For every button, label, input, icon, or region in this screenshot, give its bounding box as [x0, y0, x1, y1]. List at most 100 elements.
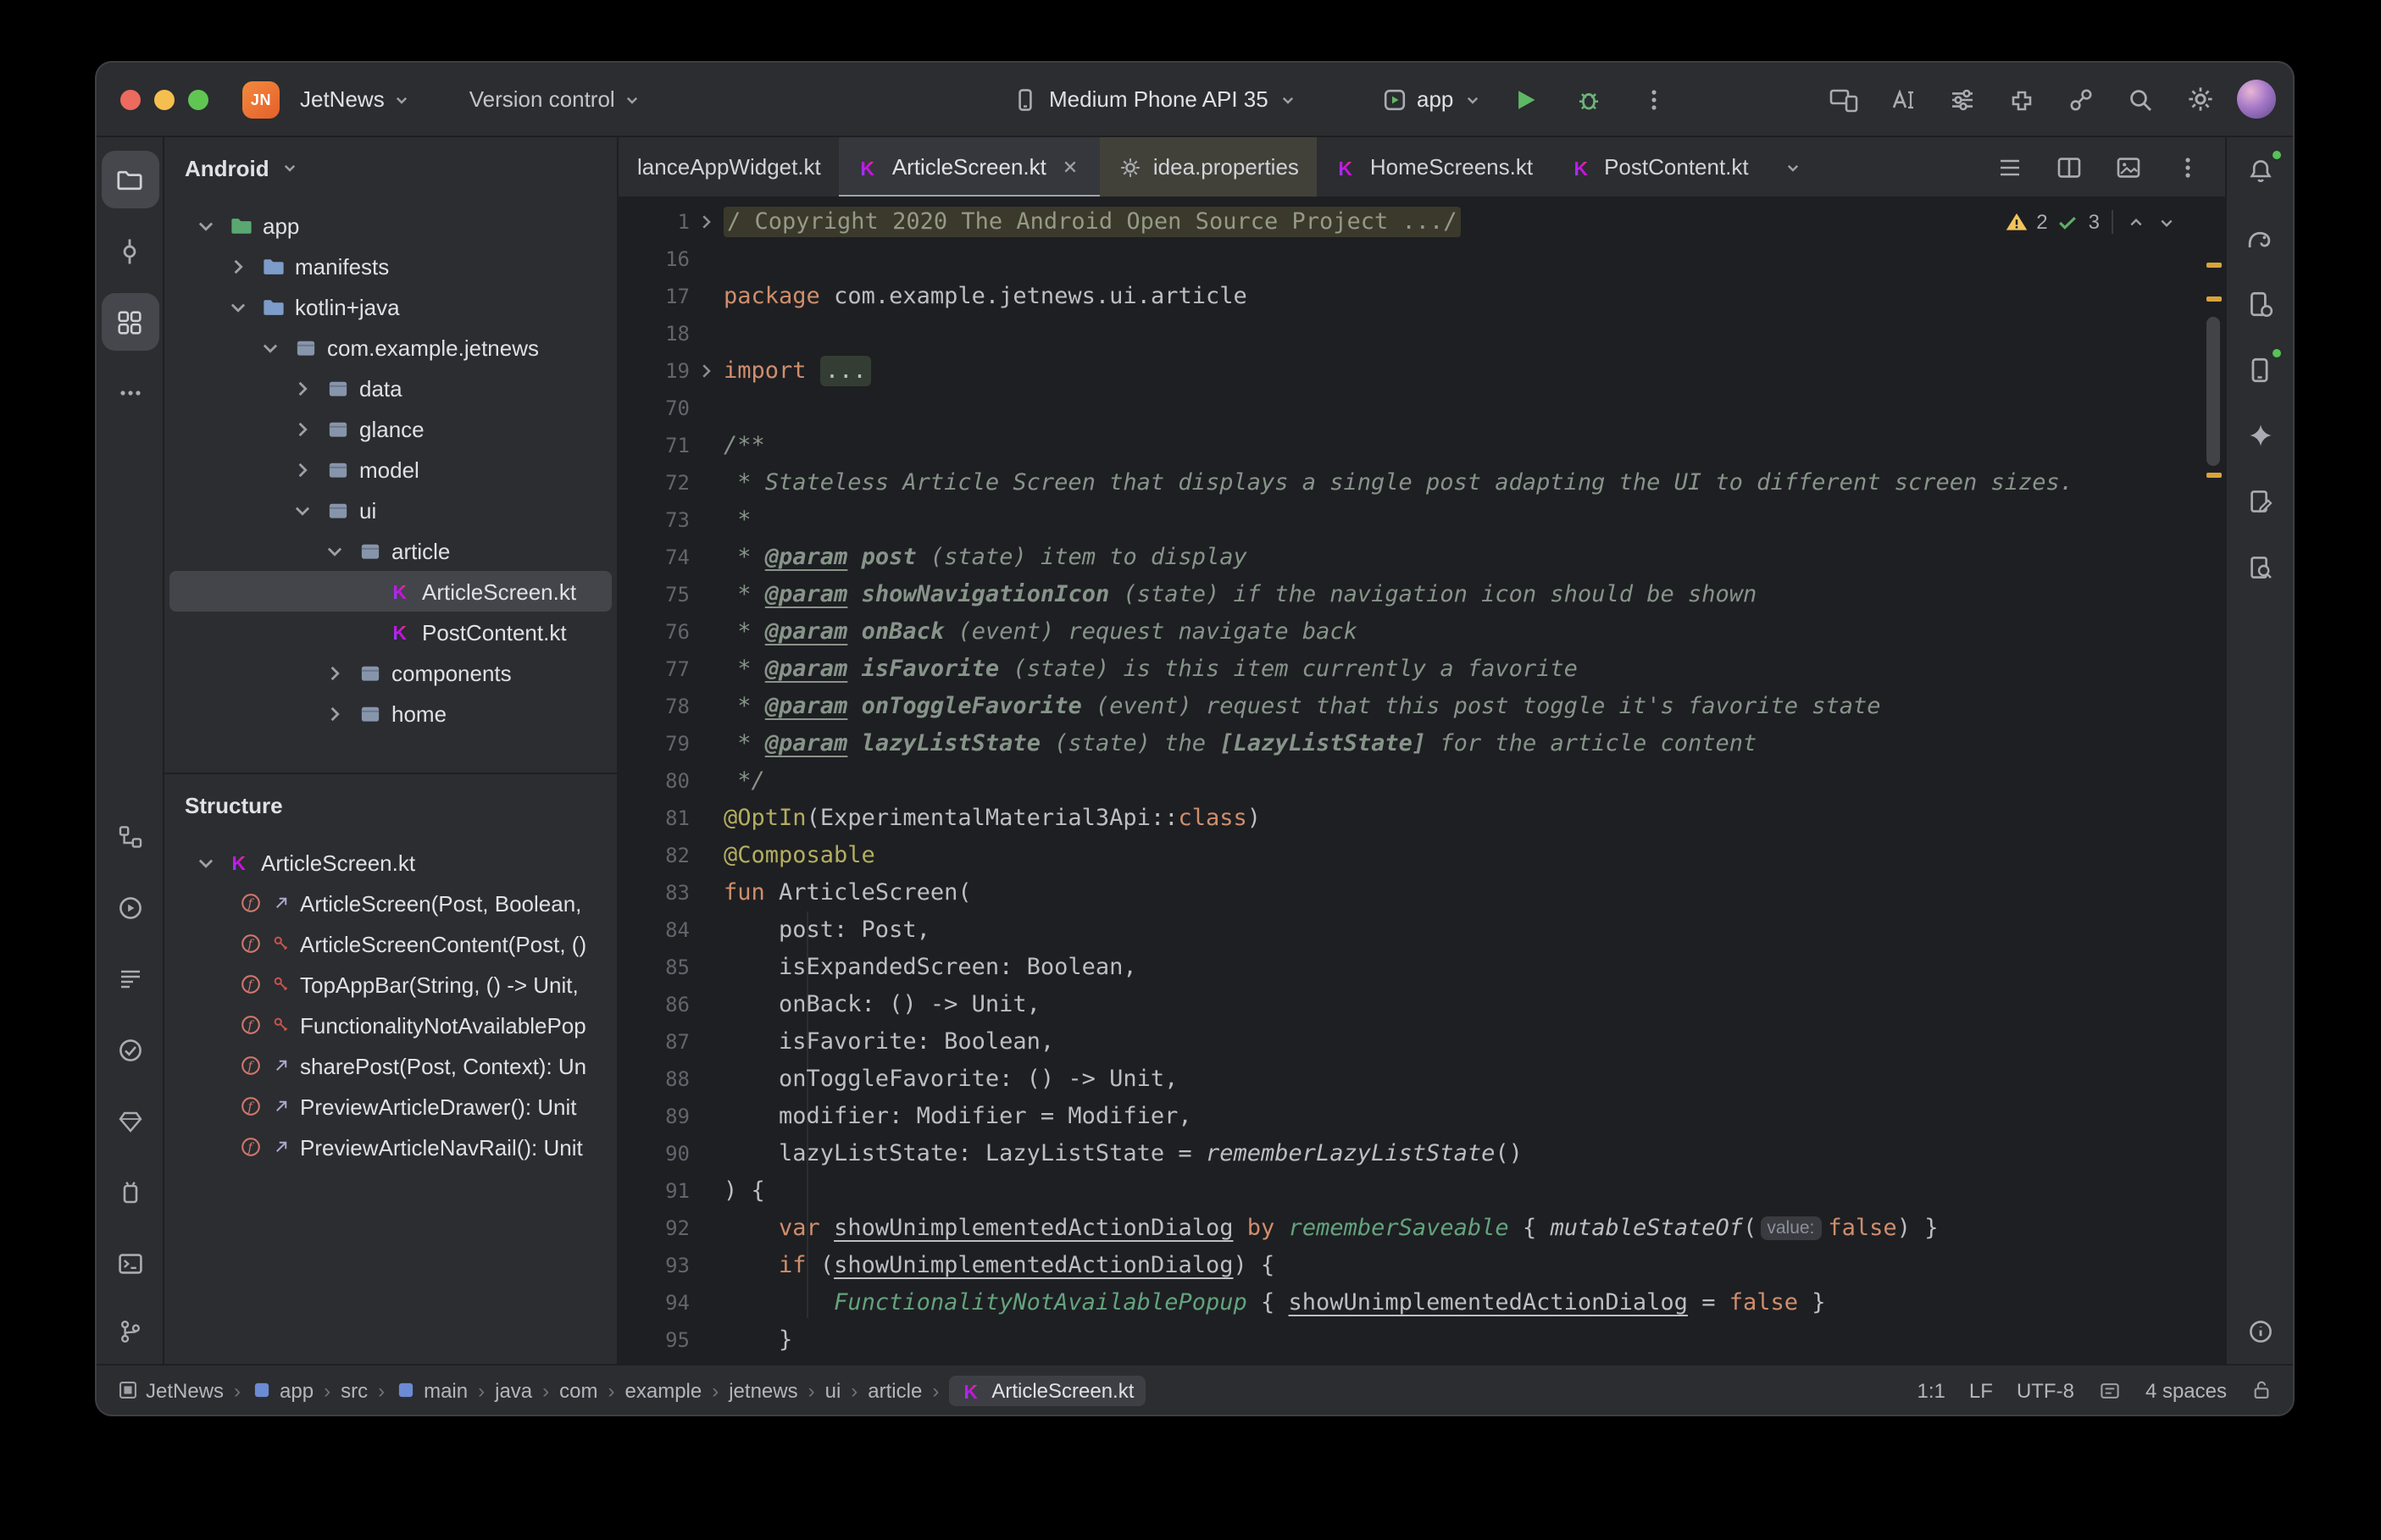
editor-tab-ArticleScreen.kt[interactable]: K ArticleScreen.kt: [839, 137, 1102, 197]
editor-preview-button[interactable]: [2106, 145, 2151, 189]
running-devices-tool-button[interactable]: [2231, 341, 2289, 398]
editor-tab-idea.properties[interactable]: idea.properties: [1100, 137, 1318, 197]
version-control-tool-button[interactable]: [101, 1306, 158, 1364]
project-tree-item-ArticleScreen.kt[interactable]: K ArticleScreen.kt: [169, 571, 612, 612]
chevron-right-icon[interactable]: [320, 699, 349, 728]
close-window-button[interactable]: [120, 89, 141, 109]
build-variants-button[interactable]: [1940, 77, 1984, 121]
code-area[interactable]: 1 / Copyright 2020 The Android Open Sourc…: [619, 198, 2225, 1364]
previous-problem-icon[interactable]: [2125, 211, 2147, 233]
structure-item[interactable]: f TopAppBar(String, () -> Unit,: [164, 964, 617, 1005]
minimize-window-button[interactable]: [154, 89, 175, 109]
chevron-down-icon[interactable]: [191, 848, 220, 877]
notifications-tool-button[interactable]: [2231, 142, 2289, 200]
run-button[interactable]: [1502, 77, 1546, 121]
structure-item[interactable]: f PreviewArticleNavRail(): Unit: [164, 1127, 617, 1167]
profiler-button[interactable]: [2059, 77, 2103, 121]
project-tree-item-home[interactable]: home: [169, 693, 612, 734]
more-run-options-button[interactable]: [1631, 77, 1675, 121]
chevron-right-icon[interactable]: [288, 455, 317, 484]
editor-options-button[interactable]: [2166, 145, 2210, 189]
project-tree-item-glance[interactable]: glance: [169, 408, 612, 449]
breadcrumb-ArticleScreen.kt[interactable]: K ArticleScreen.kt: [949, 1375, 1146, 1405]
app-quality-insights-tool-button[interactable]: [101, 1093, 158, 1150]
caret-position[interactable]: 1:1: [1918, 1378, 1945, 1402]
next-problem-icon[interactable]: [2156, 211, 2178, 233]
structure-tool-button[interactable]: [101, 293, 158, 351]
chevron-right-icon[interactable]: [320, 658, 349, 687]
breadcrumb-JetNews[interactable]: JetNews: [117, 1378, 224, 1402]
project-tree-item-data[interactable]: data: [169, 368, 612, 408]
project-tree-item-PostContent.kt[interactable]: K PostContent.kt: [169, 612, 612, 652]
chevron-right-icon[interactable]: [288, 374, 317, 402]
editor-list-button[interactable]: [1988, 145, 2032, 189]
project-tree-item-com.example.jetnews[interactable]: com.example.jetnews: [169, 327, 612, 368]
write-access-icon[interactable]: [2251, 1379, 2273, 1401]
structure-item[interactable]: f ArticleScreenContent(Post, (): [164, 923, 617, 964]
breadcrumb-main[interactable]: main: [395, 1378, 468, 1402]
hidden-tabs-button[interactable]: [1771, 145, 1815, 189]
run-configuration-selector[interactable]: app: [1381, 86, 1482, 113]
terminal-tool-button[interactable]: [101, 1235, 158, 1293]
settings-button[interactable]: [2178, 77, 2222, 121]
split-editor-button[interactable]: [2047, 145, 2091, 189]
chevron-down-icon[interactable]: [288, 496, 317, 524]
chevron-down-icon[interactable]: [256, 333, 285, 362]
project-view-header[interactable]: Android: [164, 137, 617, 198]
breadcrumb-java[interactable]: java: [495, 1378, 532, 1402]
find-tool-button[interactable]: [2231, 539, 2289, 596]
project-tree-item-components[interactable]: components: [169, 652, 612, 693]
editor-layout-icon[interactable]: [2098, 1378, 2122, 1402]
problems-tool-button[interactable]: [2231, 1306, 2289, 1364]
file-encoding[interactable]: UTF-8: [2017, 1378, 2074, 1402]
indent-setting[interactable]: 4 spaces: [2145, 1378, 2227, 1402]
editor-tab-PostContent.kt[interactable]: K PostContent.kt: [1551, 137, 1768, 197]
breadcrumb-article[interactable]: article: [868, 1378, 922, 1402]
breadcrumb-example[interactable]: example: [625, 1378, 702, 1402]
structure-item[interactable]: f FunctionalityNotAvailablePop: [164, 1005, 617, 1045]
chevron-down-icon[interactable]: [320, 536, 349, 565]
project-tree-item-model[interactable]: model: [169, 449, 612, 490]
breadcrumb-src[interactable]: src: [341, 1378, 368, 1402]
emulator-tool-button[interactable]: [101, 1164, 158, 1221]
project-tree-item-app[interactable]: app: [169, 205, 612, 246]
search-button[interactable]: [2118, 77, 2162, 121]
chevron-down-icon[interactable]: [224, 292, 253, 321]
ai-assistant-button[interactable]: [1881, 77, 1925, 121]
project-selector[interactable]: JetNews: [293, 80, 419, 119]
project-tree-item-manifests[interactable]: manifests: [169, 246, 612, 286]
ai-edits-tool-button[interactable]: [2231, 473, 2289, 530]
editor-scrollbar[interactable]: [2201, 198, 2225, 1364]
app-inspection-tool-button[interactable]: [101, 1022, 158, 1079]
line-separator[interactable]: LF: [1969, 1378, 1993, 1402]
device-selector[interactable]: Medium Phone API 35: [1012, 86, 1299, 113]
structure-root-row[interactable]: K ArticleScreen.kt: [169, 842, 612, 883]
fold-marker-icon[interactable]: [690, 212, 724, 232]
editor-tab-HomeScreens.kt[interactable]: K HomeScreens.kt: [1318, 137, 1551, 197]
project-tree-item-article[interactable]: article: [169, 530, 612, 571]
breadcrumb-com[interactable]: com: [559, 1378, 597, 1402]
mirror-devices-button[interactable]: [1822, 77, 1866, 121]
inspections-widget[interactable]: 2 3: [1994, 207, 2188, 237]
code-editor[interactable]: 1 / Copyright 2020 The Android Open Sourc…: [619, 198, 2225, 1364]
structure-item[interactable]: f ArticleScreen(Post, Boolean,: [164, 883, 617, 923]
breadcrumb-jetnews[interactable]: jetnews: [729, 1378, 797, 1402]
zoom-window-button[interactable]: [188, 89, 208, 109]
services-tool-button[interactable]: [101, 879, 158, 937]
chevron-down-icon[interactable]: [191, 211, 220, 240]
debug-button[interactable]: [1567, 77, 1611, 121]
window-titlebar[interactable]: JN JetNews Version control Medium Phone …: [97, 63, 2293, 137]
user-avatar[interactable]: [2237, 80, 2276, 119]
project-tree-item-kotlin+java[interactable]: kotlin+java: [169, 286, 612, 327]
fold-marker-icon[interactable]: [690, 361, 724, 381]
commit-tool-button[interactable]: [101, 222, 158, 280]
logcat-tool-button[interactable]: [101, 950, 158, 1008]
chevron-right-icon[interactable]: [288, 414, 317, 443]
vcs-menu[interactable]: Version control: [463, 80, 649, 119]
editor-tab-lanceAppWidget.kt[interactable]: lanceAppWidget.kt: [619, 137, 840, 197]
more-tool-button[interactable]: [101, 364, 158, 422]
breadcrumb-ui[interactable]: ui: [825, 1378, 841, 1402]
breadcrumb-app[interactable]: app: [251, 1378, 314, 1402]
build-tool-button[interactable]: [101, 808, 158, 866]
device-manager-tool-button[interactable]: [2231, 274, 2289, 332]
